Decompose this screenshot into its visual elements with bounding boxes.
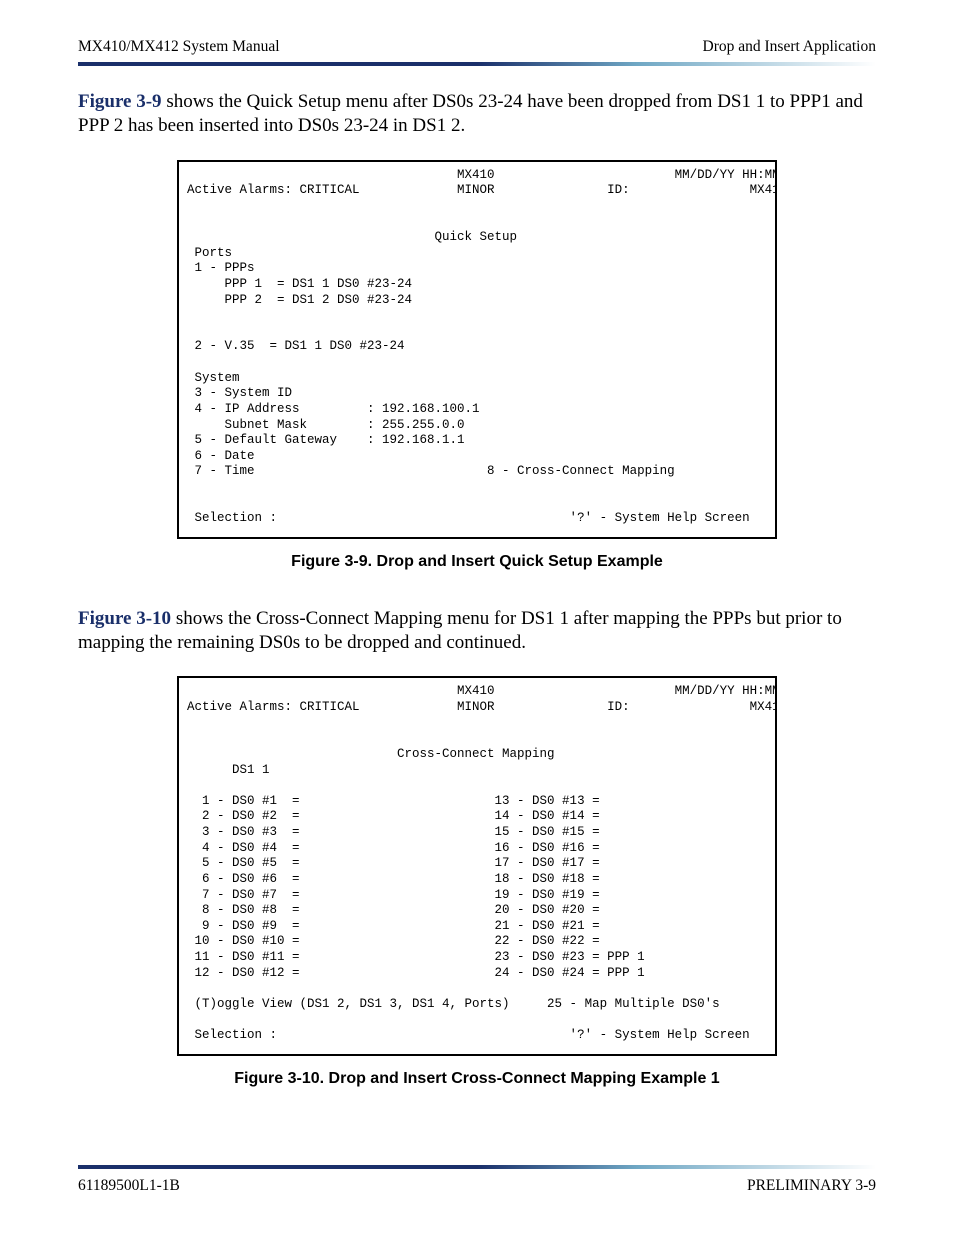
page: MX410/MX412 System Manual Drop and Inser… [0, 0, 954, 1235]
terminal-quick-setup: MX410 MM/DD/YY HH:MM Active Alarms: CRIT… [177, 160, 777, 539]
figure-caption-3-9: Figure 3-9. Drop and Insert Quick Setup … [78, 553, 876, 571]
paragraph-1-text: shows the Quick Setup menu after DS0s 23… [78, 91, 863, 136]
header-rule [78, 62, 876, 66]
footer-left: 61189500L1-1B [78, 1177, 180, 1195]
terminal-cross-connect: MX410 MM/DD/YY HH:MM Active Alarms: CRIT… [177, 676, 777, 1055]
spacer [78, 1124, 876, 1125]
paragraph-2: Figure 3-10 shows the Cross-Connect Mapp… [78, 607, 876, 655]
paragraph-1: Figure 3-9 shows the Quick Setup menu af… [78, 90, 876, 138]
header-right: Drop and Insert Application [703, 38, 876, 56]
running-footer: 61189500L1-1B PRELIMINARY 3-9 [78, 1177, 876, 1195]
header-left: MX410/MX412 System Manual [78, 38, 280, 56]
figure-ref-3-9: Figure 3-9 [78, 91, 162, 112]
footer-right: PRELIMINARY 3-9 [747, 1177, 876, 1195]
paragraph-2-text: shows the Cross-Connect Mapping menu for… [78, 608, 842, 653]
figure-ref-3-10: Figure 3-10 [78, 608, 171, 629]
figure-caption-3-10: Figure 3-10. Drop and Insert Cross-Conne… [78, 1070, 876, 1088]
footer-rule [78, 1165, 876, 1169]
running-header: MX410/MX412 System Manual Drop and Inser… [78, 38, 876, 56]
